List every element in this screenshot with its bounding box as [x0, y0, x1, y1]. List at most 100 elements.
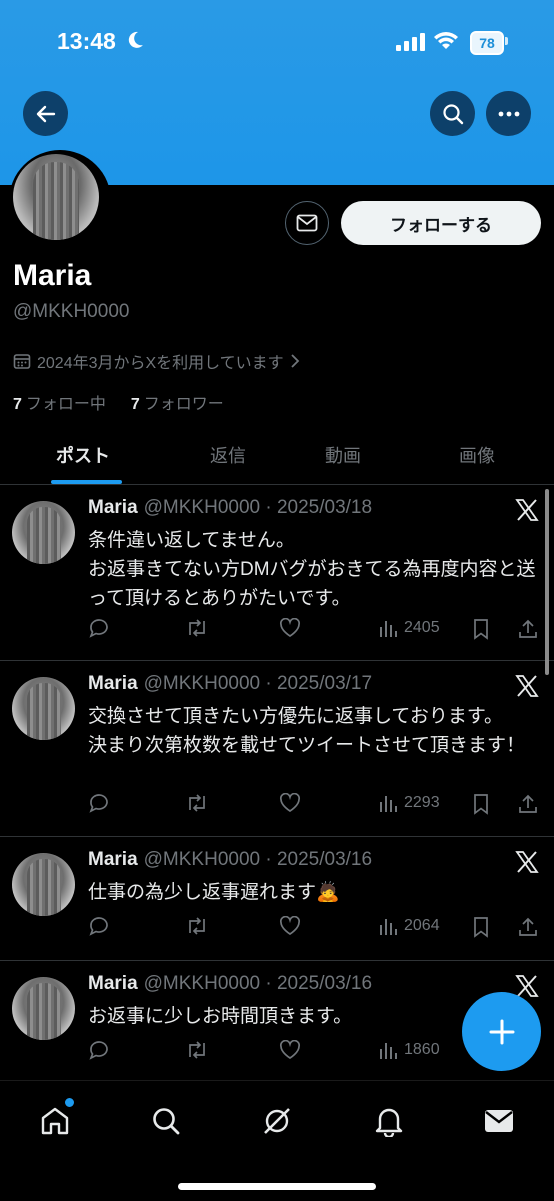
reply-icon — [89, 794, 108, 813]
profile-tabs: ポスト 返信 動画 画像 — [0, 428, 554, 485]
post-author-name: Maria — [88, 497, 138, 518]
like-button[interactable] — [279, 1040, 301, 1060]
post-text: 仕事の為少し返事遅れます🙇 — [88, 882, 340, 903]
like-button[interactable] — [279, 618, 301, 638]
mail-icon — [485, 1110, 513, 1132]
post-author-name: Maria — [88, 973, 138, 994]
tab-images[interactable]: 画像 — [459, 442, 495, 468]
repost-button[interactable] — [185, 793, 209, 813]
reply-button[interactable] — [88, 618, 110, 638]
x-logo-icon — [515, 975, 539, 997]
nav-search[interactable] — [146, 1101, 186, 1141]
compose-button[interactable] — [462, 992, 541, 1071]
mail-icon — [296, 214, 318, 232]
repost-icon — [189, 794, 205, 812]
tab-posts[interactable]: ポスト — [56, 442, 110, 468]
battery-nub — [505, 37, 508, 45]
search-icon — [153, 1108, 180, 1135]
reply-button[interactable] — [88, 1040, 110, 1060]
profile-handle: @MKKH0000 — [13, 301, 130, 322]
tab-replies[interactable]: 返信 — [210, 442, 246, 468]
heart-icon — [279, 793, 301, 812]
follow-stats: 7 フォロー中 7 フォロワー — [13, 390, 224, 414]
reply-icon — [89, 619, 108, 638]
views-count: 2293 — [404, 794, 440, 811]
share-button[interactable] — [517, 618, 539, 640]
views-button[interactable]: 2293 — [378, 793, 440, 813]
like-button[interactable] — [279, 793, 301, 813]
share-icon — [519, 619, 537, 638]
home-indicator — [178, 1183, 376, 1190]
search-button[interactable] — [430, 91, 475, 136]
repost-icon — [189, 1041, 205, 1059]
x-logo-icon — [515, 851, 539, 873]
followers-count: 7 — [130, 396, 140, 413]
status-time: 13:48 — [57, 28, 116, 54]
arrow-left-icon — [36, 105, 55, 122]
bookmark-button[interactable] — [472, 793, 490, 815]
bookmark-icon — [474, 794, 488, 815]
post-header: Maria @MKKH0000 · 2025/03/18 — [88, 497, 372, 519]
x-logo-icon — [515, 675, 539, 697]
status-bar: 13:48 78 — [0, 0, 554, 84]
repost-button[interactable] — [185, 618, 209, 638]
nav-notifications[interactable] — [369, 1101, 409, 1141]
active-tab-indicator — [51, 480, 122, 484]
home-notification-dot — [63, 1096, 76, 1109]
profile-avatar[interactable] — [9, 150, 111, 252]
follow-button[interactable]: フォローする — [341, 201, 541, 245]
repost-button[interactable] — [185, 916, 209, 936]
share-button[interactable] — [517, 916, 539, 938]
post-item[interactable]: Maria @MKKH0000 · 2025/03/17 交換させて頂きたい方優先… — [0, 661, 554, 837]
repost-button[interactable] — [185, 1040, 209, 1060]
nav-messages[interactable] — [479, 1101, 519, 1141]
followers-label: フォロワー — [143, 396, 224, 413]
analytics-icon — [380, 1043, 397, 1059]
reply-button[interactable] — [88, 916, 110, 936]
joined-date[interactable]: 2024年3月からXを利用しています — [13, 349, 300, 373]
post-item[interactable]: Maria @MKKH0000 · 2025/03/16 仕事の為少し返事遅れます… — [0, 837, 554, 961]
tab-videos[interactable]: 動画 — [325, 442, 361, 468]
plus-icon — [489, 1019, 514, 1044]
post-text: 交換させて頂きたい方優先に返事しております。 決まり次第枚数を載せてツイートさせ… — [88, 706, 526, 756]
post-item[interactable]: Maria @MKKH0000 · 2025/03/18 条件違い返してません。 … — [0, 485, 554, 661]
bookmark-icon — [474, 917, 488, 938]
bookmark-button[interactable] — [472, 618, 490, 640]
heart-icon — [279, 618, 301, 637]
more-options-button[interactable] — [486, 91, 531, 136]
share-button[interactable] — [517, 793, 539, 815]
views-button[interactable]: 1860 — [378, 1040, 440, 1060]
post-actions: 2405 — [88, 618, 540, 642]
post-header: Maria @MKKH0000 · 2025/03/17 — [88, 673, 372, 695]
nav-grok[interactable] — [257, 1101, 297, 1141]
reply-button[interactable] — [88, 793, 110, 813]
post-author-name: Maria — [88, 673, 138, 694]
back-button[interactable] — [23, 91, 68, 136]
post-avatar[interactable] — [12, 677, 75, 740]
repost-icon — [189, 619, 205, 637]
post-avatar[interactable] — [12, 501, 75, 564]
like-button[interactable] — [279, 916, 301, 936]
views-count: 1860 — [404, 1041, 440, 1058]
views-button[interactable]: 2405 — [378, 618, 440, 638]
views-count: 2064 — [404, 917, 440, 934]
following-link[interactable]: 7 フォロー中 — [13, 396, 106, 413]
chevron-right-icon — [291, 354, 299, 368]
heart-icon — [279, 916, 301, 935]
bookmark-button[interactable] — [472, 916, 490, 938]
post-meta: @MKKH0000 · 2025/03/17 — [143, 673, 373, 694]
post-text: 条件違い返してません。 お返事きてない方DMバグがおきてる為再度内容と送って頂け… — [88, 530, 536, 609]
repost-icon — [189, 917, 205, 935]
post-avatar[interactable] — [12, 853, 75, 916]
home-icon — [41, 1107, 69, 1135]
analytics-icon — [380, 919, 397, 935]
profile-display-name: Maria — [13, 259, 92, 292]
analytics-icon — [380, 621, 397, 637]
scrollbar[interactable] — [545, 489, 549, 675]
followers-link[interactable]: 7 フォロワー — [131, 396, 224, 413]
post-avatar[interactable] — [12, 977, 75, 1040]
message-button[interactable] — [285, 201, 329, 245]
views-button[interactable]: 2064 — [378, 916, 440, 936]
grok-icon — [264, 1108, 290, 1134]
post-header: Maria @MKKH0000 · 2025/03/16 — [88, 849, 372, 871]
